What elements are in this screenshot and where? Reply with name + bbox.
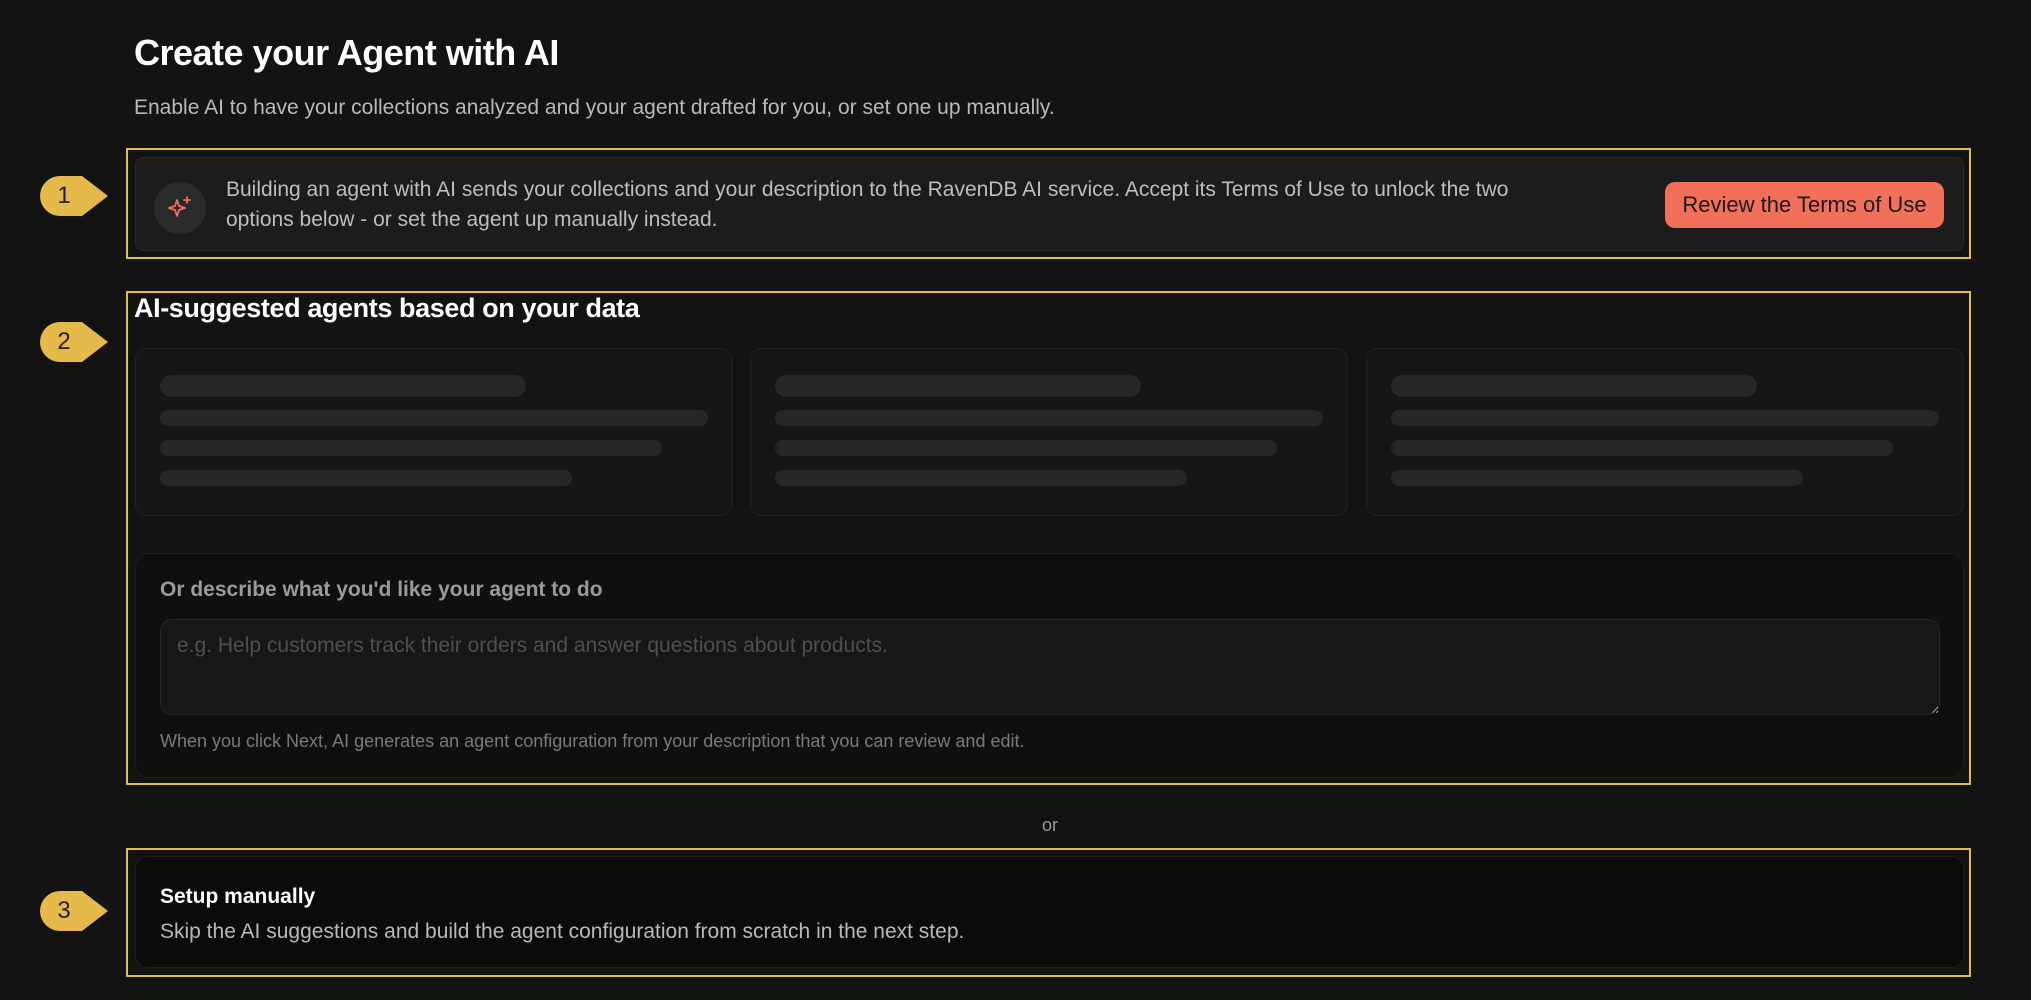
- describe-agent-label: Or describe what you'd like your agent t…: [160, 578, 603, 601]
- suggestion-card-skeleton: [135, 348, 733, 516]
- skeleton-line: [775, 410, 1323, 426]
- create-agent-page: Create your Agent with AI Enable AI to h…: [0, 0, 2031, 1000]
- skeleton-line: [1391, 410, 1939, 426]
- skeleton-line: [160, 470, 572, 486]
- skeleton-line: [775, 440, 1277, 456]
- review-terms-button[interactable]: Review the Terms of Use: [1665, 182, 1944, 228]
- or-divider: or: [1041, 815, 1058, 835]
- skeleton-line: [1391, 470, 1803, 486]
- callout-number: 2: [57, 328, 71, 355]
- suggestions-heading: AI-suggested agents based on your data: [134, 293, 640, 323]
- suggestion-card-skeleton: [1366, 348, 1964, 516]
- callout-marker-2: 2: [38, 320, 108, 364]
- callout-marker-1: 1: [38, 174, 108, 218]
- page-subtitle: Enable AI to have your collections analy…: [134, 96, 1055, 119]
- setup-manually-description: Skip the AI suggestions and build the ag…: [160, 920, 965, 943]
- skeleton-line: [1391, 375, 1757, 397]
- setup-manually-title: Setup manually: [160, 885, 316, 908]
- sparkles-icon: [154, 182, 206, 234]
- callout-marker-3: 3: [38, 889, 108, 933]
- terms-banner: Building an agent with AI sends your col…: [135, 157, 1964, 251]
- suggestion-card-skeleton: [750, 348, 1348, 516]
- skeleton-line: [775, 375, 1141, 397]
- describe-agent-input[interactable]: [160, 619, 1940, 715]
- skeleton-line: [160, 440, 662, 456]
- describe-agent-note: When you click Next, AI generates an age…: [160, 731, 1025, 751]
- skeleton-line: [1391, 440, 1893, 456]
- skeleton-line: [775, 470, 1187, 486]
- setup-manually-card[interactable]: Setup manually Skip the AI suggestions a…: [135, 856, 1964, 968]
- callout-number: 3: [57, 897, 71, 924]
- describe-agent-panel: Or describe what you'd like your agent t…: [135, 553, 1964, 778]
- skeleton-line: [160, 410, 708, 426]
- page-title: Create your Agent with AI: [134, 32, 559, 73]
- skeleton-line: [160, 375, 526, 397]
- callout-number: 1: [57, 182, 71, 209]
- terms-banner-text: Building an agent with AI sends your col…: [226, 178, 1509, 231]
